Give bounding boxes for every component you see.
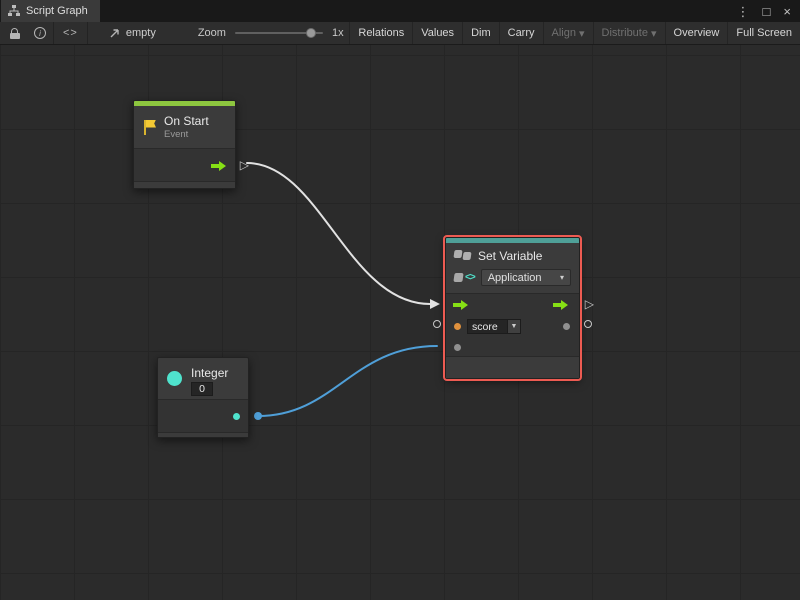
variable-scope-dropdown[interactable]: Application ▾ xyxy=(481,269,571,286)
graph-tab-icon xyxy=(8,5,20,17)
integer-type-icon xyxy=(167,371,182,386)
chevron-down-icon: ▾ xyxy=(579,27,585,40)
align-button: Align▾ xyxy=(543,22,593,44)
chevron-down-icon: ▼ xyxy=(511,323,518,330)
wire-onstart-to-setvariable[interactable] xyxy=(247,163,430,304)
zoom-label: Zoom xyxy=(198,27,226,39)
node-footer xyxy=(446,356,579,378)
flow-output-port[interactable]: ▷ xyxy=(240,159,249,171)
values-button[interactable]: Values xyxy=(412,22,462,44)
wire-arrowhead xyxy=(430,299,440,309)
node-on-start[interactable]: On Start Event ▷ xyxy=(133,100,236,189)
flow-input-arrow-icon xyxy=(453,300,469,310)
code-icon[interactable]: <> xyxy=(63,27,78,39)
flag-icon xyxy=(143,119,156,136)
toolbar-divider xyxy=(87,22,88,44)
relations-button[interactable]: Relations xyxy=(349,22,412,44)
info-icon[interactable]: i xyxy=(34,27,46,39)
variables-icon xyxy=(454,250,471,263)
scope-label: Application xyxy=(488,272,542,284)
flow-output-arrow-icon xyxy=(553,300,569,310)
graph-toolbar: i <> empty Zoom 1x Relations Values Dim … xyxy=(0,22,800,45)
value-output-port[interactable] xyxy=(563,323,570,330)
variable-name-dropdown[interactable]: ▼ xyxy=(508,319,521,334)
external-input-port[interactable] xyxy=(433,320,441,328)
flow-output-port[interactable]: ▷ xyxy=(585,298,594,310)
value-input-port[interactable] xyxy=(454,344,461,351)
connection-wires xyxy=(0,45,800,600)
variable-name-field[interactable]: score ▼ xyxy=(467,319,521,334)
node-footer xyxy=(158,432,248,437)
tab-script-graph[interactable]: Script Graph xyxy=(1,0,100,22)
tab-title: Script Graph xyxy=(26,5,88,17)
overview-button[interactable]: Overview xyxy=(665,22,728,44)
breadcrumb-label: empty xyxy=(126,27,156,39)
wire-start-cap xyxy=(254,412,262,420)
flow-output-arrow-icon xyxy=(211,161,227,171)
graph-canvas[interactable]: On Start Event ▷ Set Variable xyxy=(0,45,800,600)
zoom-value: 1x xyxy=(332,27,344,39)
unit-icon: <> xyxy=(454,272,475,283)
node-integer[interactable]: Integer 0 xyxy=(157,357,249,438)
external-output-port[interactable] xyxy=(584,320,592,328)
integer-value-field[interactable]: 0 xyxy=(191,382,213,396)
variable-name-value[interactable]: score xyxy=(467,319,508,334)
dim-button[interactable]: Dim xyxy=(462,22,499,44)
node-title: On Start xyxy=(164,114,209,128)
node-footer xyxy=(134,181,235,188)
fullscreen-button[interactable]: Full Screen xyxy=(727,22,800,44)
window-menu-icon[interactable]: ⋮ xyxy=(737,5,750,18)
zoom-slider[interactable] xyxy=(235,32,323,34)
chevron-down-icon: ▾ xyxy=(651,27,657,40)
chevron-down-icon: ▾ xyxy=(560,273,564,282)
script-graph-window: Script Graph ⋮ □ × i <> empty Zoom 1x R xyxy=(0,0,800,600)
node-title: Integer xyxy=(191,366,228,380)
zoom-slider-thumb[interactable] xyxy=(306,28,316,38)
integer-output-port[interactable] xyxy=(233,413,240,420)
graph-breadcrumb[interactable]: empty xyxy=(109,27,156,39)
maximize-icon[interactable]: □ xyxy=(763,5,771,18)
title-bar: Script Graph ⋮ □ × xyxy=(0,0,800,22)
distribute-button: Distribute▾ xyxy=(593,22,665,44)
lock-icon[interactable] xyxy=(9,28,20,39)
node-set-variable[interactable]: Set Variable <> Application ▾ xyxy=(445,237,580,379)
node-title: Set Variable xyxy=(478,249,542,263)
wire-integer-to-setvariable[interactable] xyxy=(258,346,437,416)
close-icon[interactable]: × xyxy=(783,5,791,18)
node-subtitle: Event xyxy=(164,129,209,140)
carry-button[interactable]: Carry xyxy=(499,22,543,44)
graph-pointer-icon xyxy=(109,28,120,39)
toolbar-divider xyxy=(53,22,54,44)
variable-name-port[interactable] xyxy=(454,323,461,330)
